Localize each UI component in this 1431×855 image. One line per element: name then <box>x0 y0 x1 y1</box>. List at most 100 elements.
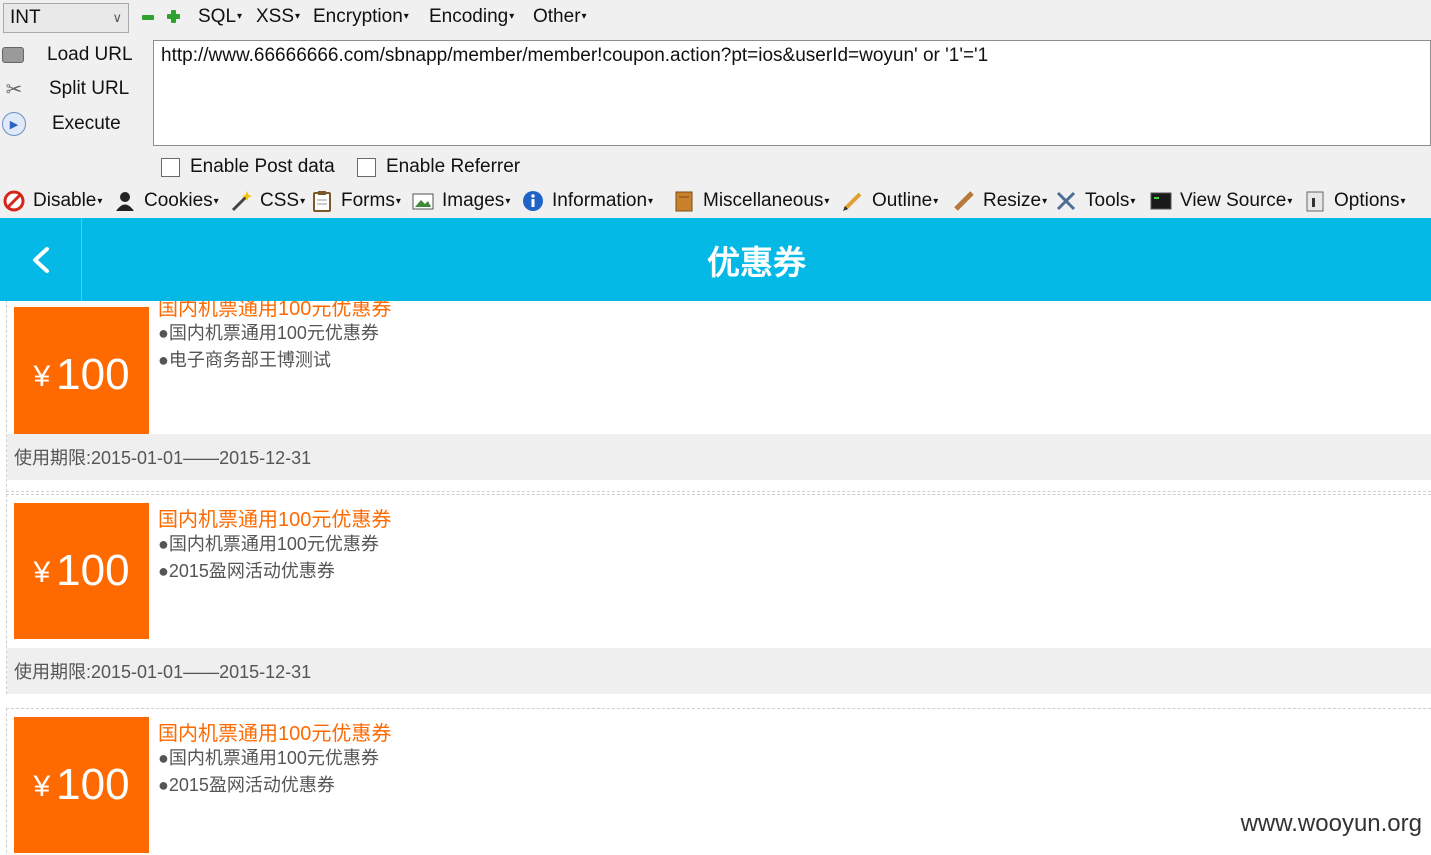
magic-wand-icon <box>230 190 252 212</box>
wd-outline-label: Outline <box>872 190 933 211</box>
split-url-label: Split URL <box>49 78 130 99</box>
coupon-detail-line: ●国内机票通用100元优惠券 <box>158 534 379 554</box>
wd-view-source[interactable]: View Source ▾ <box>1150 187 1292 215</box>
menu-sql[interactable]: SQL▾ <box>198 6 242 28</box>
execute-button[interactable]: ▶ Execute <box>2 109 150 139</box>
url-input[interactable]: http://www.66666666.com/sbnapp/member/me… <box>153 40 1431 146</box>
coupon-amount: 100 <box>56 760 130 809</box>
dropdown-arrow-icon: ▾ <box>505 195 511 207</box>
play-icon: ▶ <box>2 112 26 136</box>
coupon-detail-line: ●2015盈网活动优惠券 <box>158 775 335 795</box>
image-icon <box>412 190 434 212</box>
dropdown-arrow-icon: ▾ <box>300 195 306 207</box>
back-button[interactable] <box>0 218 82 301</box>
coupon-detail-line: ●2015盈网活动优惠券 <box>158 561 335 581</box>
page-title: 优惠券 <box>707 243 806 281</box>
coupon-price: ¥100 <box>14 307 149 443</box>
dropdown-arrow-icon: ▾ <box>403 11 409 23</box>
split-url-button[interactable]: ✂ Split URL <box>2 74 150 104</box>
menu-encoding[interactable]: Encoding▾ <box>429 6 514 28</box>
coupon-name: 国内机票通用100元优惠券 <box>158 301 392 320</box>
dropdown-arrow-icon: ▾ <box>1042 195 1048 207</box>
checkbox-box[interactable] <box>357 157 376 177</box>
pencil-icon <box>842 190 864 212</box>
coupon-list: ¥100 国内机票通用100元优惠券 ●国内机票通用100元优惠券 ●电子商务部… <box>0 301 1431 855</box>
wd-information-label: Information <box>552 190 648 211</box>
clipboard-icon <box>311 190 333 212</box>
wd-forms[interactable]: Forms ▾ <box>311 187 401 215</box>
wd-options[interactable]: Options ▾ <box>1304 187 1406 215</box>
yen-sign: ¥ <box>33 556 51 589</box>
wd-images-label: Images <box>442 190 505 211</box>
coupon-validity: 使用期限:2015-01-01——2015-12-31 <box>7 648 1431 694</box>
coupon-name: 国内机票通用100元优惠券 <box>158 509 392 531</box>
dropdown-arrow-icon: ▾ <box>1130 195 1136 207</box>
wd-options-label: Options <box>1334 190 1400 211</box>
options-icon <box>1304 190 1326 212</box>
wd-disable-label: Disable <box>33 190 97 211</box>
wd-cookies-label: Cookies <box>144 190 213 211</box>
type-select[interactable]: INT ∨ <box>3 3 129 33</box>
wd-miscellaneous[interactable]: Miscellaneous ▾ <box>673 187 829 215</box>
coupon-card[interactable]: ¥100 国内机票通用100元优惠券 ●国内机票通用100元优惠券 ●2015盈… <box>6 708 1431 855</box>
wd-disable[interactable]: Disable ▾ <box>3 187 102 215</box>
dropdown-arrow-icon: ▾ <box>648 195 654 207</box>
coupon-price: ¥100 <box>14 717 149 853</box>
dropdown-arrow-icon: ▾ <box>213 195 219 207</box>
box-icon <box>673 190 695 212</box>
menu-encryption-label: Encryption <box>313 6 403 27</box>
wd-view-source-label: View Source <box>1180 190 1287 211</box>
decrease-icon[interactable] <box>142 15 154 20</box>
tools-icon <box>1055 190 1077 212</box>
yen-sign: ¥ <box>33 770 51 803</box>
checkbox-box[interactable] <box>161 157 180 177</box>
ruler-icon <box>953 190 975 212</box>
load-url-button[interactable]: Load URL <box>2 40 150 70</box>
wd-tools-label: Tools <box>1085 190 1130 211</box>
wd-outline[interactable]: Outline ▾ <box>842 187 938 215</box>
wd-resize[interactable]: Resize ▾ <box>953 187 1047 215</box>
wd-css[interactable]: CSS ▾ <box>230 187 305 215</box>
chevron-left-icon <box>32 246 49 273</box>
wd-cookies[interactable]: Cookies ▾ <box>114 187 219 215</box>
menu-encryption[interactable]: Encryption▾ <box>313 6 409 28</box>
dropdown-arrow-icon: ▾ <box>581 11 587 23</box>
wd-information[interactable]: Information ▾ <box>522 187 653 215</box>
coupon-card[interactable]: ¥100 国内机票通用100元优惠券 ●国内机票通用100元优惠券 ●2015盈… <box>6 494 1431 694</box>
watermark: www.wooyun.org <box>1240 810 1422 837</box>
increase-icon[interactable] <box>167 10 180 23</box>
load-icon <box>2 47 24 63</box>
dropdown-arrow-icon: ▾ <box>237 11 243 23</box>
disable-icon <box>3 190 25 212</box>
dropdown-arrow-icon: ▾ <box>295 11 301 23</box>
wd-images[interactable]: Images ▾ <box>412 187 510 215</box>
menu-xss[interactable]: XSS▾ <box>256 6 300 28</box>
terminal-icon <box>1150 190 1172 212</box>
hackbar: INT ∨ SQL▾ XSS▾ Encryption▾ Encoding▾ Ot… <box>0 0 1431 218</box>
wd-resize-label: Resize <box>983 190 1042 211</box>
enable-post-data-checkbox[interactable]: Enable Post data <box>161 156 335 178</box>
dropdown-arrow-icon: ▾ <box>933 195 939 207</box>
dropdown-arrow-icon: ▾ <box>1287 195 1293 207</box>
coupon-detail-line: ●电子商务部王博测试 <box>158 350 331 370</box>
coupon-card[interactable]: ¥100 国内机票通用100元优惠券 ●国内机票通用100元优惠券 ●电子商务部… <box>6 301 1431 492</box>
load-url-label: Load URL <box>47 44 133 65</box>
menu-other[interactable]: Other▾ <box>533 6 587 28</box>
dropdown-arrow-icon: ▾ <box>1400 195 1406 207</box>
coupon-amount: 100 <box>56 546 130 595</box>
menu-other-label: Other <box>533 6 581 27</box>
coupon-amount: 100 <box>56 350 130 399</box>
enable-referrer-label: Enable Referrer <box>386 156 521 177</box>
enable-referrer-checkbox[interactable]: Enable Referrer <box>357 156 520 178</box>
coupon-detail-line: ●国内机票通用100元优惠券 <box>158 323 379 343</box>
dropdown-arrow-icon: ▾ <box>509 11 515 23</box>
menu-sql-label: SQL <box>198 6 237 27</box>
user-icon <box>114 190 136 212</box>
wd-css-label: CSS <box>260 190 300 211</box>
coupon-detail-line: ●国内机票通用100元优惠券 <box>158 748 379 768</box>
wd-miscellaneous-label: Miscellaneous <box>703 190 824 211</box>
wd-forms-label: Forms <box>341 190 395 211</box>
wd-tools[interactable]: Tools ▾ <box>1055 187 1135 215</box>
app-header: 优惠券 <box>0 218 1431 301</box>
enable-post-data-label: Enable Post data <box>190 156 335 177</box>
